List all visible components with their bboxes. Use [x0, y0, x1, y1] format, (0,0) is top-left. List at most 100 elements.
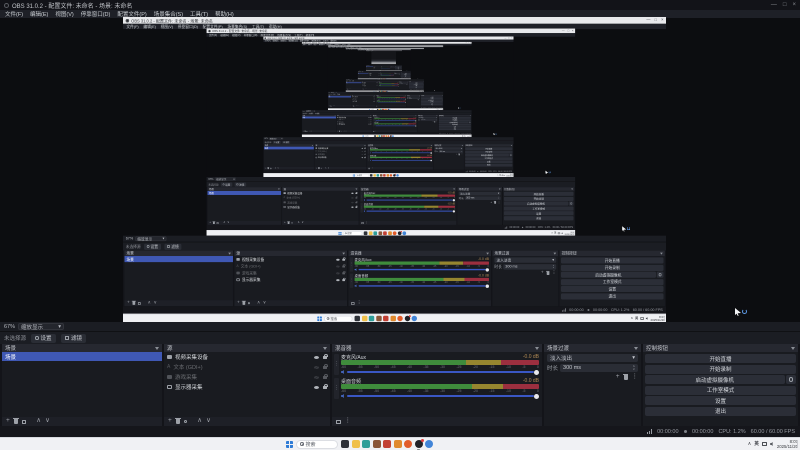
source-properties-gear-icon[interactable]	[183, 419, 188, 424]
taskbar-app-blue-globe-app[interactable]	[411, 315, 418, 322]
speaker-tray-icon[interactable]	[645, 317, 648, 320]
speaker-tray-icon[interactable]	[769, 442, 773, 446]
scene-list-item[interactable]: 场景	[345, 82, 362, 84]
display-tray-icon[interactable]	[761, 442, 767, 446]
source-item-display-capture[interactable]: 显示器采集	[315, 156, 367, 159]
transition-select[interactable]: 淡入淡出 ▾	[494, 257, 557, 263]
close-button[interactable]: ×	[442, 46, 443, 47]
duration-spinner[interactable]: 300 ms ∧∨	[503, 264, 557, 270]
source-item-display-capture[interactable]: 显示器采集	[361, 85, 378, 86]
add-transition-button[interactable]: +	[456, 153, 457, 155]
lock-icon[interactable]	[370, 123, 372, 125]
taskbar-app-box-app[interactable]	[372, 440, 381, 448]
taskbar-app-orange-app[interactable]	[390, 315, 396, 322]
maximize-button[interactable]: □	[655, 18, 657, 22]
taskbar-app-teal-browser-app[interactable]	[368, 315, 375, 322]
advanced-audio-button[interactable]	[336, 419, 341, 424]
volume-slider-knob[interactable]	[430, 152, 432, 154]
maximize-button[interactable]: □	[783, 2, 787, 8]
speaker-tray-icon[interactable]	[504, 174, 506, 176]
exit-button[interactable]: 退出	[560, 293, 664, 300]
speaker-icon[interactable]	[354, 268, 357, 271]
filter-icon[interactable]	[791, 346, 795, 350]
volume-slider-knob[interactable]	[415, 125, 417, 127]
taskbar-app-media-app[interactable]	[363, 231, 368, 236]
taskbar-app-file-explorer[interactable]	[361, 315, 368, 322]
tray-overflow-chevron-icon[interactable]: ∧	[551, 232, 553, 234]
taskbar-app-red-grid-app[interactable]	[383, 231, 387, 236]
remove-transition-button[interactable]	[434, 121, 436, 123]
add-scene-button[interactable]: +	[127, 301, 130, 305]
move-source-down-button[interactable]: ∨	[302, 221, 304, 224]
visibility-eye-off-icon[interactable]	[361, 153, 364, 155]
channel-drag-handle[interactable]: ⋮	[334, 378, 339, 399]
source-properties-button[interactable]: 设置	[220, 182, 233, 187]
remove-source-button[interactable]	[241, 300, 246, 305]
filter-icon[interactable]	[571, 188, 574, 190]
spinner-arrows-icon[interactable]: ∧ ∨	[633, 365, 635, 370]
source-filters-button[interactable]: 滤镜	[234, 182, 247, 187]
start-streaming-button[interactable]: 开始直播	[503, 191, 574, 196]
lock-icon[interactable]	[342, 277, 346, 282]
tray-overflow-chevron-icon[interactable]: ∧	[497, 174, 498, 177]
add-scene-button[interactable]: +	[209, 221, 211, 224]
filter-icon[interactable]	[660, 252, 663, 255]
scene-list-item[interactable]: 场景	[328, 96, 352, 98]
display-capture-canvas[interactable]: OBS 31.0.2 - 配置文件: 未命名 - 场景: 未命名 — □ × 文…	[206, 28, 576, 236]
scene-list-item[interactable]: 场景	[124, 256, 233, 263]
tray-overflow-chevron-icon[interactable]: ∧	[748, 441, 752, 447]
exit-button[interactable]: 退出	[503, 215, 574, 221]
lock-icon[interactable]	[364, 147, 366, 149]
taskbar-app-file-explorer[interactable]	[368, 231, 373, 236]
source-filters-button[interactable]: 滤镜	[60, 333, 87, 343]
mixer-options-icon[interactable]	[486, 252, 489, 255]
start-recording-button[interactable]: 开始录制	[560, 264, 664, 271]
scene-list-item[interactable]: 场景	[207, 190, 282, 195]
studio-mode-button[interactable]: 工作室模式	[560, 278, 664, 285]
minimize-button[interactable]: —	[771, 2, 777, 8]
transition-more-button[interactable]: ⋮	[436, 121, 437, 122]
add-transition-button[interactable]: +	[616, 373, 620, 381]
mixer-more-button[interactable]: ⋮	[345, 418, 352, 425]
scene-list-item[interactable]: 场景	[302, 116, 337, 119]
minimize-button[interactable]: —	[439, 46, 440, 47]
filter-icon[interactable]	[355, 188, 358, 190]
volume-slider-knob[interactable]	[485, 284, 489, 288]
remove-scene-button[interactable]	[131, 300, 136, 305]
display-tray-icon[interactable]	[557, 232, 561, 235]
source-item-display-capture[interactable]: 显示器采集	[337, 123, 372, 125]
maximize-button[interactable]: □	[468, 42, 469, 43]
show-desktop-button[interactable]	[797, 440, 798, 448]
visibility-eye-off-icon[interactable]	[361, 150, 364, 152]
scene-filters-button[interactable]	[137, 301, 141, 305]
move-scene-up-button[interactable]: ∧	[148, 301, 151, 305]
lock-icon[interactable]	[323, 384, 328, 390]
source-properties-gear-icon[interactable]	[320, 167, 322, 169]
taskbar-app-box-app[interactable]	[375, 315, 382, 322]
source-filters-button[interactable]: 滤镜	[164, 243, 182, 250]
filter-icon[interactable]	[553, 252, 557, 255]
taskbar-app-obs-studio[interactable]	[397, 230, 402, 236]
source-properties-button[interactable]: 设置	[144, 243, 161, 250]
start-streaming-button[interactable]: 开始直播	[560, 257, 664, 264]
taskbar-app-teal-browser-app[interactable]	[362, 440, 370, 448]
lock-icon[interactable]	[342, 264, 346, 268]
volume-slider-track[interactable]	[371, 160, 431, 161]
studio-mode-button[interactable]: 工作室模式	[645, 385, 796, 395]
lock-icon[interactable]	[342, 271, 346, 275]
source-item-video-capture[interactable]: 视频采集设备	[234, 256, 347, 263]
source-item-game-capture[interactable]: 游戏采集	[337, 121, 372, 123]
maximize-button[interactable]: □	[508, 37, 509, 39]
ime-indicator[interactable]: 英	[554, 232, 556, 235]
lock-icon[interactable]	[323, 364, 328, 370]
ime-indicator[interactable]: 英	[635, 316, 638, 320]
visibility-eye-icon[interactable]	[336, 278, 340, 281]
display-capture-canvas[interactable]: OBS 31.0.2 - 配置文件: 未命名 - 场景: 未命名 — □ × 文…	[263, 36, 514, 177]
move-source-up-button[interactable]: ∧	[297, 221, 299, 224]
display-capture-canvas[interactable]: OBS 31.0.2 - 配置文件: 未命名 - 场景: 未命名 — □ × 文…	[123, 17, 666, 322]
source-properties-gear-icon[interactable]	[291, 222, 293, 224]
advanced-audio-button[interactable]	[361, 221, 364, 224]
ime-indicator[interactable]: 英	[754, 441, 759, 447]
channel-drag-handle[interactable]: ⋮	[334, 354, 339, 375]
visibility-eye-icon[interactable]	[314, 385, 319, 389]
